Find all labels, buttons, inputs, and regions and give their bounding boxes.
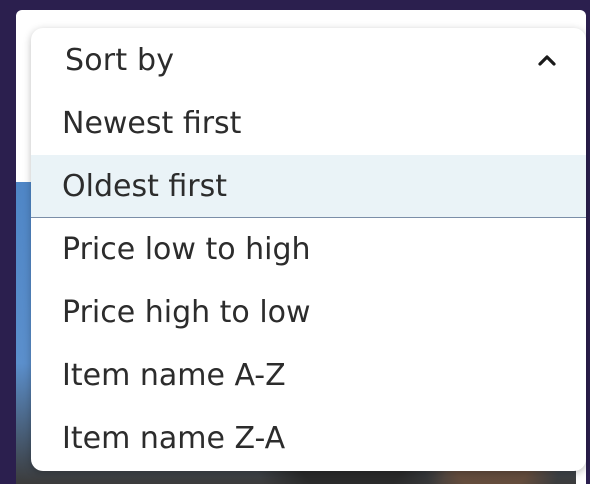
sort-dropdown-toggle[interactable]: Sort by (31, 28, 586, 92)
sort-option-oldest-first[interactable]: Oldest first (31, 155, 586, 218)
chevron-up-icon[interactable] (536, 49, 558, 71)
sort-option-newest-first[interactable]: Newest first (31, 92, 586, 155)
sort-dropdown[interactable]: Sort by Newest first Oldest first Price … (31, 28, 586, 471)
app-frame: Sort by Newest first Oldest first Price … (0, 0, 590, 484)
sort-option-item-name-z-a[interactable]: Item name Z-A (31, 407, 586, 470)
sort-option-item-name-a-z[interactable]: Item name A-Z (31, 344, 586, 407)
sort-options-list: Newest first Oldest first Price low to h… (31, 92, 586, 470)
sort-option-price-high-to-low[interactable]: Price high to low (31, 281, 586, 344)
sort-dropdown-label: Sort by (65, 42, 175, 78)
sort-option-price-low-to-high[interactable]: Price low to high (31, 218, 586, 281)
